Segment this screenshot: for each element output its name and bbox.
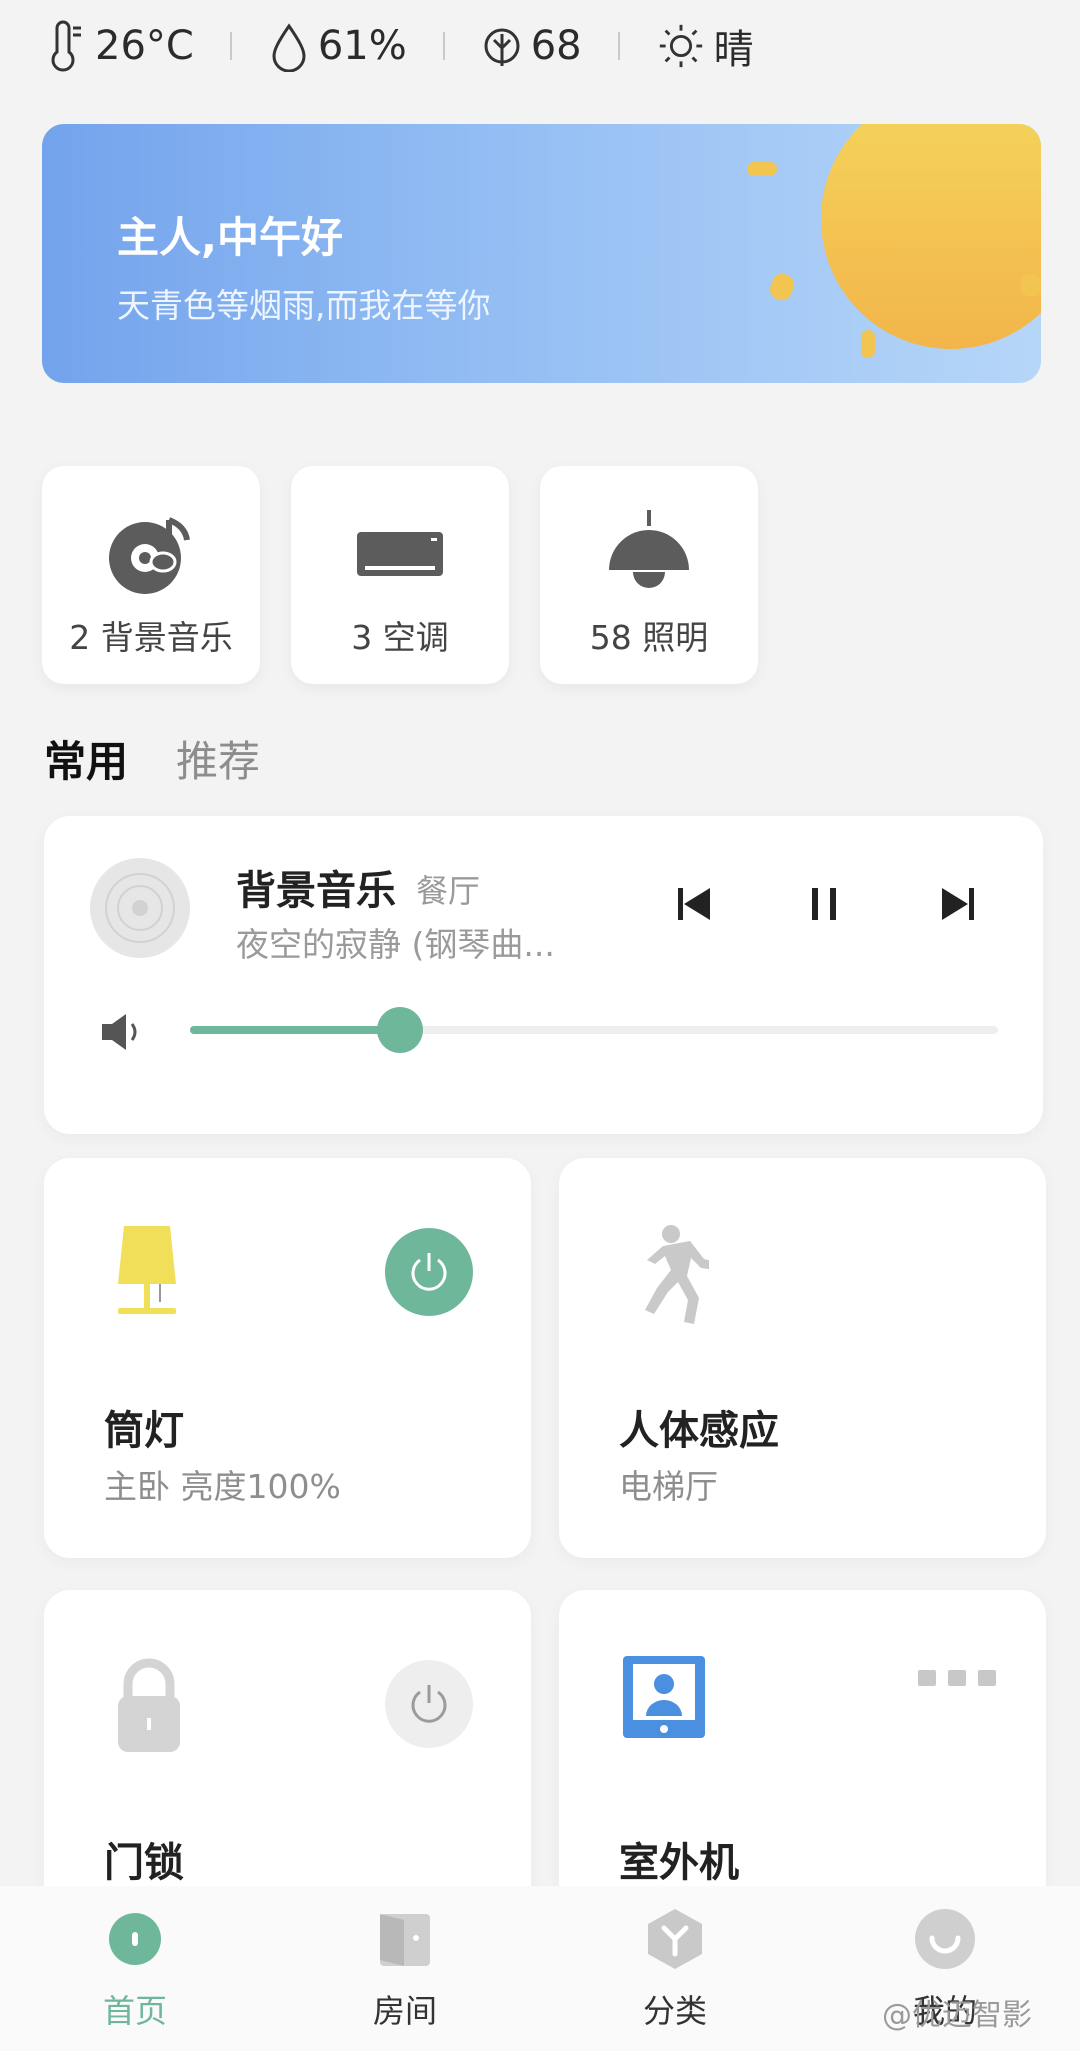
- category-tile-ac[interactable]: 3 空调: [291, 466, 509, 684]
- nav-label: 分类: [642, 1992, 707, 2030]
- running-person-icon: [645, 1225, 709, 1324]
- category-label: 2 背景音乐: [69, 618, 233, 657]
- music-room: 餐厅: [416, 872, 481, 910]
- thermometer-icon: [51, 20, 81, 72]
- power-toggle[interactable]: [385, 1660, 473, 1748]
- device-name: 人体感应: [619, 1408, 779, 1454]
- nav-item-categories[interactable]: 分类: [540, 1886, 810, 2051]
- volume-slider-fill: [190, 1026, 401, 1034]
- divider: [442, 32, 445, 60]
- music-player-card[interactable]: 背景音乐 餐厅 夜空的寂静 (钢琴曲...: [44, 816, 1043, 1134]
- watermark-text: @优迈智影: [882, 1998, 1032, 2033]
- water-drop-icon: [272, 23, 306, 72]
- category-tile-lighting[interactable]: 58 照明: [540, 466, 758, 684]
- device-name: 门锁: [104, 1840, 184, 1886]
- profile-smile-icon: [915, 1909, 975, 1969]
- sun-illustration-icon: [747, 124, 1041, 358]
- volume-slider[interactable]: [190, 1007, 998, 1053]
- category-tile-music[interactable]: 2 背景音乐: [42, 466, 260, 684]
- album-disc-icon: [90, 858, 190, 958]
- category-label: 58 照明: [589, 618, 709, 657]
- skip-next-icon: [942, 888, 974, 920]
- padlock-icon: [118, 1658, 180, 1752]
- greeting-banner: 主人,中午好 天青色等烟雨,而我在等你: [42, 124, 1041, 383]
- leaf-icon: [484, 28, 520, 66]
- humidity-value: 61%: [317, 23, 407, 69]
- divider: [617, 32, 620, 60]
- greeting-text: 主人,中午好: [117, 213, 343, 262]
- power-icon: [411, 1685, 447, 1723]
- air-conditioner-icon: [357, 532, 443, 576]
- more-options-icon[interactable]: [918, 1670, 996, 1686]
- weather-stat: 晴: [656, 17, 754, 75]
- table-lamp-icon: [118, 1226, 176, 1314]
- air-quality-stat: 68: [481, 20, 582, 72]
- device-description: 电梯厅: [619, 1467, 718, 1506]
- air-quality-value: 68: [530, 23, 582, 69]
- power-icon: [411, 1253, 447, 1291]
- category-cube-icon: [648, 1909, 702, 1969]
- category-label: 3 空调: [351, 618, 449, 657]
- device-card-motion-sensor[interactable]: 人体感应 电梯厅: [559, 1158, 1046, 1558]
- skip-previous-icon: [678, 888, 710, 920]
- volume-slider-handle[interactable]: [377, 1007, 424, 1053]
- nav-label: 首页: [102, 1992, 167, 2030]
- song-name: 夜空的寂静 (钢琴曲...: [236, 925, 555, 964]
- nav-label: 房间: [372, 1992, 437, 2030]
- device-name: 筒灯: [104, 1408, 184, 1454]
- temperature-stat: 26°C: [45, 20, 194, 72]
- humidity-stat: 61%: [268, 20, 407, 72]
- nav-item-rooms[interactable]: 房间: [270, 1886, 540, 2051]
- sun-icon: [659, 24, 702, 68]
- device-card-downlight[interactable]: 筒灯 主卧 亮度100%: [44, 1158, 531, 1558]
- weather-value: 晴: [713, 27, 754, 73]
- music-disc-icon: [109, 517, 190, 594]
- device-card-door-lock[interactable]: 门锁: [44, 1590, 531, 1930]
- video-intercom-icon: [623, 1656, 705, 1738]
- pause-button[interactable]: [796, 876, 852, 932]
- music-title: 背景音乐: [236, 868, 396, 914]
- divider: [229, 32, 232, 60]
- pause-icon: [812, 888, 836, 920]
- section-tabs: 常用 推荐: [44, 728, 260, 789]
- previous-track-button[interactable]: [666, 876, 722, 932]
- door-icon: [380, 1914, 430, 1966]
- status-bar: 26°C 61% 68 晴: [45, 14, 754, 78]
- greeting-subtitle: 天青色等烟雨,而我在等你: [117, 286, 491, 325]
- device-name: 室外机: [619, 1840, 739, 1886]
- tab-recommended[interactable]: 推荐: [176, 728, 260, 789]
- device-description: 主卧 亮度100%: [104, 1467, 341, 1506]
- device-card-outdoor-unit[interactable]: 室外机: [559, 1590, 1046, 1930]
- pendant-lamp-icon: [609, 510, 689, 588]
- temperature-value: 26°C: [95, 23, 194, 69]
- tab-frequent[interactable]: 常用: [44, 728, 128, 789]
- home-icon: [109, 1913, 161, 1965]
- next-track-button[interactable]: [930, 876, 986, 932]
- volume-icon[interactable]: [96, 1006, 148, 1058]
- power-toggle[interactable]: [385, 1228, 473, 1316]
- nav-item-home[interactable]: 首页: [0, 1886, 270, 2051]
